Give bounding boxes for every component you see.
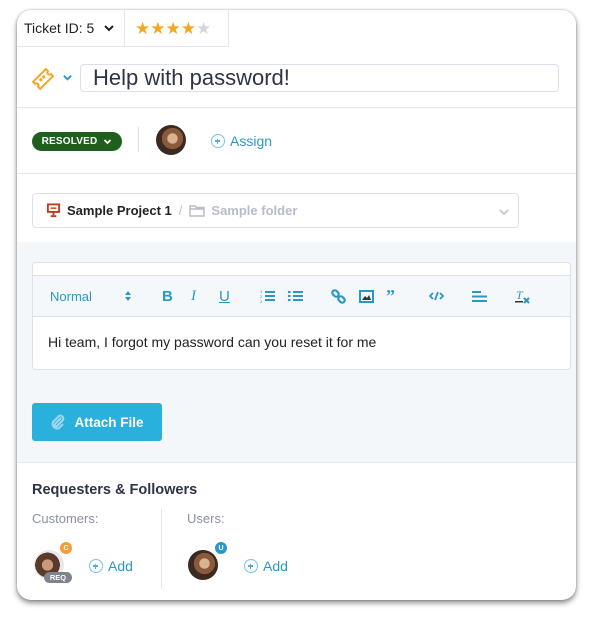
star-icon[interactable]: ★ — [166, 20, 181, 37]
project-name: Sample Project 1 — [67, 203, 172, 218]
star-icon[interactable]: ★ — [135, 20, 150, 37]
bold-button[interactable]: B — [162, 288, 173, 305]
italic-button[interactable]: I — [191, 288, 196, 304]
project-row: Sample Project 1 / Sample folder — [17, 173, 576, 243]
attach-file-button[interactable]: Attach File — [32, 403, 162, 441]
star-icon[interactable]: ★ — [196, 20, 211, 37]
underline-button[interactable]: U — [219, 288, 230, 305]
plus-circle-icon — [89, 559, 103, 573]
folder-icon — [189, 205, 206, 217]
link-button[interactable] — [331, 288, 346, 304]
user-badge: U — [215, 542, 227, 554]
ordered-list-button[interactable]: 123 — [260, 288, 275, 304]
divider — [161, 509, 162, 589]
ordered-list-icon: 123 — [260, 289, 275, 303]
paperclip-icon — [52, 414, 65, 430]
align-icon — [472, 290, 487, 302]
status-dropdown[interactable]: RESOLVED — [32, 132, 122, 151]
type-chevron-down-icon[interactable] — [62, 72, 73, 83]
assignee-avatar[interactable] — [156, 125, 186, 155]
users-label: Users: — [187, 511, 225, 526]
divider — [138, 127, 139, 152]
title-row: Help with password! — [17, 47, 576, 108]
add-label: Add — [263, 558, 288, 574]
star-icon[interactable]: ★ — [150, 20, 165, 37]
customer-badge: C — [60, 542, 72, 554]
chevron-down-icon — [104, 139, 112, 145]
code-button[interactable] — [429, 288, 444, 304]
chevron-down-icon — [499, 209, 509, 216]
editor-content[interactable]: Hi team, I forgot my password can you re… — [33, 317, 570, 367]
editor-toolbar: Normal B I U 123 ” T — [33, 276, 570, 317]
format-select[interactable]: Normal — [50, 288, 92, 304]
clear-format-icon: T — [515, 289, 530, 304]
format-arrows-icon[interactable] — [124, 288, 132, 304]
clear-format-button[interactable]: T — [515, 288, 531, 304]
rich-text-editor: Normal B I U 123 ” T Hi team, I forgot m… — [32, 262, 571, 370]
image-icon — [359, 289, 374, 303]
add-customer-button[interactable]: Add — [89, 558, 133, 574]
assign-label: Assign — [230, 133, 273, 149]
status-label: RESOLVED — [41, 136, 98, 147]
bullet-list-icon — [288, 291, 303, 301]
ticket-title-input[interactable]: Help with password! — [80, 64, 559, 92]
requester-tag: REQ — [44, 572, 72, 583]
image-button[interactable] — [359, 288, 374, 304]
plus-circle-icon — [211, 134, 225, 148]
blockquote-button[interactable]: ” — [386, 286, 395, 306]
ticket-icon[interactable] — [31, 67, 55, 91]
svg-text:3: 3 — [260, 299, 263, 303]
plus-circle-icon — [244, 559, 258, 573]
presentation-icon — [46, 203, 61, 218]
separator: / — [178, 203, 183, 218]
folder-placeholder: Sample folder — [211, 203, 298, 218]
ticket-panel: Ticket ID: 5 ★ ★ ★ ★ ★ Help with password! R… — [17, 10, 576, 600]
requesters-section: Requesters & Followers Customers: Users:… — [17, 462, 576, 600]
rating-stars[interactable]: ★ ★ ★ ★ ★ — [125, 10, 229, 47]
add-user-button[interactable]: Add — [244, 558, 288, 574]
ticket-topbar: Ticket ID: 5 ★ ★ ★ ★ ★ — [17, 10, 229, 47]
code-icon — [429, 291, 444, 301]
add-label: Add — [108, 558, 133, 574]
project-folder-select[interactable]: Sample Project 1 / Sample folder — [32, 193, 519, 228]
attach-file-label: Attach File — [74, 414, 144, 430]
align-button[interactable] — [472, 288, 487, 304]
user-avatar[interactable] — [188, 550, 218, 580]
format-label: Normal — [50, 288, 92, 304]
status-row: RESOLVED Assign — [17, 107, 576, 174]
ticket-id-label: Ticket ID: 5 — [24, 20, 95, 36]
bullet-list-button[interactable] — [288, 288, 303, 304]
star-icon[interactable]: ★ — [181, 20, 196, 37]
description-area: Normal B I U 123 ” T Hi team, I forgot m… — [17, 242, 576, 463]
assign-button[interactable]: Assign — [211, 133, 272, 149]
chevron-down-icon — [104, 25, 114, 32]
ticket-id-dropdown[interactable]: Ticket ID: 5 — [17, 10, 125, 47]
link-icon — [331, 288, 346, 304]
customers-label: Customers: — [32, 511, 99, 526]
section-title: Requesters & Followers — [32, 482, 198, 498]
svg-text:T: T — [516, 289, 524, 302]
